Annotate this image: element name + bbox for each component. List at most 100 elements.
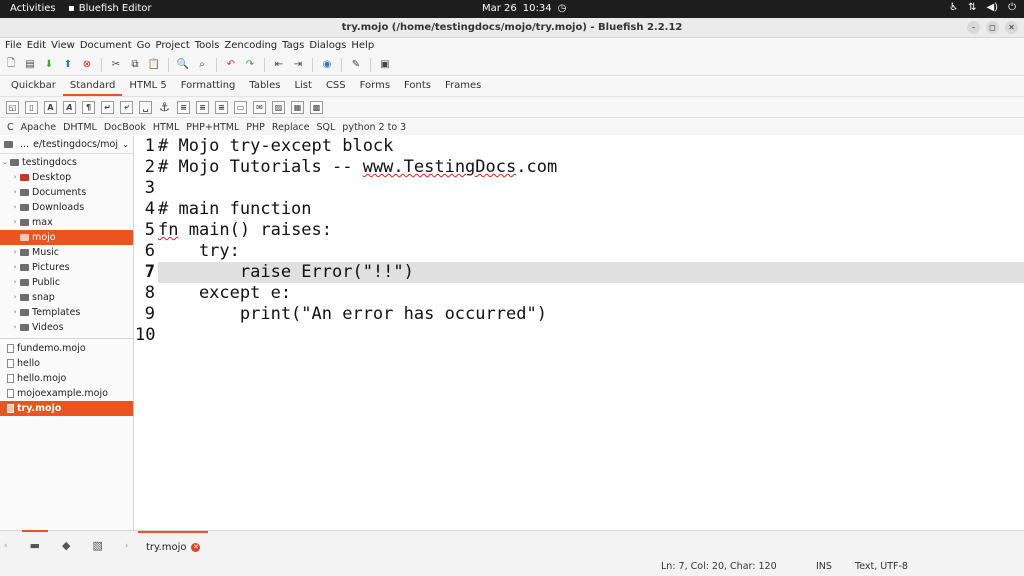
tree-item-music[interactable]: › Music	[0, 245, 133, 260]
file-item-try[interactable]: try.mojo	[0, 401, 133, 416]
minimize-icon[interactable]: –	[967, 21, 980, 34]
tab-list[interactable]: List	[287, 77, 318, 96]
close-tab-icon[interactable]: ✕	[191, 543, 201, 552]
break-icon[interactable]: ↵	[101, 100, 114, 114]
tab-css[interactable]: CSS	[319, 77, 353, 96]
document-tab[interactable]: try.mojo ✕	[138, 531, 209, 561]
menu-edit[interactable]: Edit	[26, 38, 50, 54]
menu-help[interactable]: Help	[350, 38, 378, 54]
snippet-docbook[interactable]: DocBook	[101, 119, 150, 135]
menu-zencoding[interactable]: Zencoding	[223, 38, 281, 54]
clock[interactable]: Mar 26 10:34 ◷	[482, 3, 566, 14]
tab-quickbar[interactable]: Quickbar	[4, 77, 63, 96]
menu-tools[interactable]: Tools	[194, 38, 224, 54]
tree-item-documents[interactable]: › Documents	[0, 185, 133, 200]
maximize-icon[interactable]: ◻	[986, 21, 999, 34]
tree-item-max[interactable]: › max	[0, 215, 133, 230]
menu-go[interactable]: Go	[136, 38, 155, 54]
body-icon[interactable]: ▯	[25, 100, 38, 114]
expander-icon[interactable]: ›	[10, 305, 20, 320]
close-icon[interactable]: ✕	[1005, 21, 1018, 34]
multi-thumbnail-icon[interactable]: ▩	[310, 100, 323, 114]
tab-formatting[interactable]: Formatting	[174, 77, 243, 96]
tab-tables[interactable]: Tables	[242, 77, 287, 96]
italic-icon[interactable]: A	[63, 100, 76, 114]
new-file-icon[interactable]: 🗋	[4, 58, 18, 72]
snippet-python2to3[interactable]: python 2 to 3	[339, 119, 410, 135]
menu-file[interactable]: File	[4, 38, 26, 54]
align-right-icon[interactable]: ≡	[215, 100, 228, 114]
copy-icon[interactable]: ⧉	[128, 58, 142, 72]
tree-item-snap[interactable]: › snap	[0, 290, 133, 305]
break-clear-icon[interactable]: ⤶	[120, 100, 133, 114]
tree-item-pictures[interactable]: › Pictures	[0, 260, 133, 275]
align-left-icon[interactable]: ≡	[177, 100, 190, 114]
accessibility-icon[interactable]: ♿	[949, 2, 958, 13]
expander-icon[interactable]: ›	[10, 185, 20, 200]
nbsp-icon[interactable]: ␣	[139, 100, 152, 114]
expander-icon[interactable]: ›	[10, 275, 20, 290]
network-icon[interactable]: ⇅	[968, 2, 976, 13]
path-combobox[interactable]: ... e/testingdocs/mojo ⌄	[0, 136, 133, 154]
find-icon[interactable]: 🔍	[176, 58, 190, 72]
snippet-html[interactable]: HTML	[150, 119, 183, 135]
bold-icon[interactable]: A	[44, 100, 57, 114]
expander-icon[interactable]: ›	[10, 200, 20, 215]
insert-mode[interactable]: INS	[816, 561, 832, 572]
snippet-apache[interactable]: Apache	[18, 119, 60, 135]
thumbnail-icon[interactable]: ▦	[291, 100, 304, 114]
window-titlebar[interactable]: try.mojo (/home/testingdocs/mojo/try.moj…	[0, 18, 1024, 38]
unindent-icon[interactable]: ⇤	[272, 58, 286, 72]
snippet-replace[interactable]: Replace	[269, 119, 314, 135]
comment-icon[interactable]: ▭	[234, 100, 247, 114]
insert-image-icon[interactable]: ▨	[272, 100, 285, 114]
undo-icon[interactable]: ↶	[224, 58, 238, 72]
fullscreen-icon[interactable]: ▣	[378, 58, 392, 72]
expander-icon[interactable]: ›	[10, 320, 20, 335]
tree-item-mojo[interactable]: mojo	[0, 230, 133, 245]
snippet-sql[interactable]: SQL	[313, 119, 339, 135]
snippet-php[interactable]: PHP	[243, 119, 269, 135]
expander-icon[interactable]: ›	[10, 170, 20, 185]
file-item-mojoexample[interactable]: mojoexample.mojo	[0, 386, 133, 401]
power-icon[interactable]: ⏻	[1008, 2, 1016, 13]
save-as-icon[interactable]: ⬆	[61, 58, 75, 72]
expander-icon[interactable]: ›	[10, 290, 20, 305]
menu-view[interactable]: View	[50, 38, 79, 54]
menu-dialogs[interactable]: Dialogs	[308, 38, 350, 54]
paste-icon[interactable]: 📋	[147, 58, 161, 72]
bookmarks-tab-icon[interactable]: ◆	[62, 539, 70, 552]
redo-icon[interactable]: ↷	[243, 58, 257, 72]
tab-frames[interactable]: Frames	[438, 77, 488, 96]
encoding[interactable]: Text, UTF-8	[855, 561, 908, 572]
tab-fonts[interactable]: Fonts	[397, 77, 438, 96]
code-editor[interactable]: 1 # Mojo try-except block 2 # Mojo Tutoria…	[135, 136, 1024, 530]
save-icon[interactable]: ⬇	[42, 58, 56, 72]
expander-icon[interactable]: ›	[10, 215, 20, 230]
snippet-c[interactable]: C	[4, 119, 18, 135]
expander-icon[interactable]: ›	[10, 260, 20, 275]
app-menu[interactable]: ▪ Bluefish Editor	[68, 3, 152, 14]
quickstart-icon[interactable]: ◱	[6, 100, 19, 114]
close-file-icon[interactable]: ⊗	[80, 58, 94, 72]
snippet-php-html[interactable]: PHP+HTML	[183, 119, 243, 135]
tree-item-desktop[interactable]: › Desktop	[0, 170, 133, 185]
expander-icon[interactable]: ›	[10, 245, 20, 260]
cut-icon[interactable]: ✂	[109, 58, 123, 72]
tab-standard[interactable]: Standard	[62, 77, 123, 96]
tab-forms[interactable]: Forms	[353, 77, 397, 96]
menu-tags[interactable]: Tags	[281, 38, 308, 54]
volume-icon[interactable]: ◀)	[986, 2, 998, 13]
file-item-fundemo[interactable]: fundemo.mojo	[0, 341, 133, 356]
activities-button[interactable]: Activities	[10, 3, 56, 14]
system-tray[interactable]: ♿ ⇅ ◀) ⏻	[949, 2, 1016, 13]
file-item-hello[interactable]: hello	[0, 356, 133, 371]
menu-document[interactable]: Document	[79, 38, 136, 54]
tree-item-templates[interactable]: › Templates	[0, 305, 133, 320]
tree-root[interactable]: ⌄ testingdocs	[0, 155, 133, 170]
tab-html5[interactable]: HTML 5	[122, 77, 173, 96]
scroll-left-icon[interactable]: ‹	[4, 541, 8, 551]
charmap-tab-icon[interactable]: ▧	[92, 539, 102, 552]
snippet-dhtml[interactable]: DHTML	[60, 119, 101, 135]
align-center-icon[interactable]: ≡	[196, 100, 209, 114]
